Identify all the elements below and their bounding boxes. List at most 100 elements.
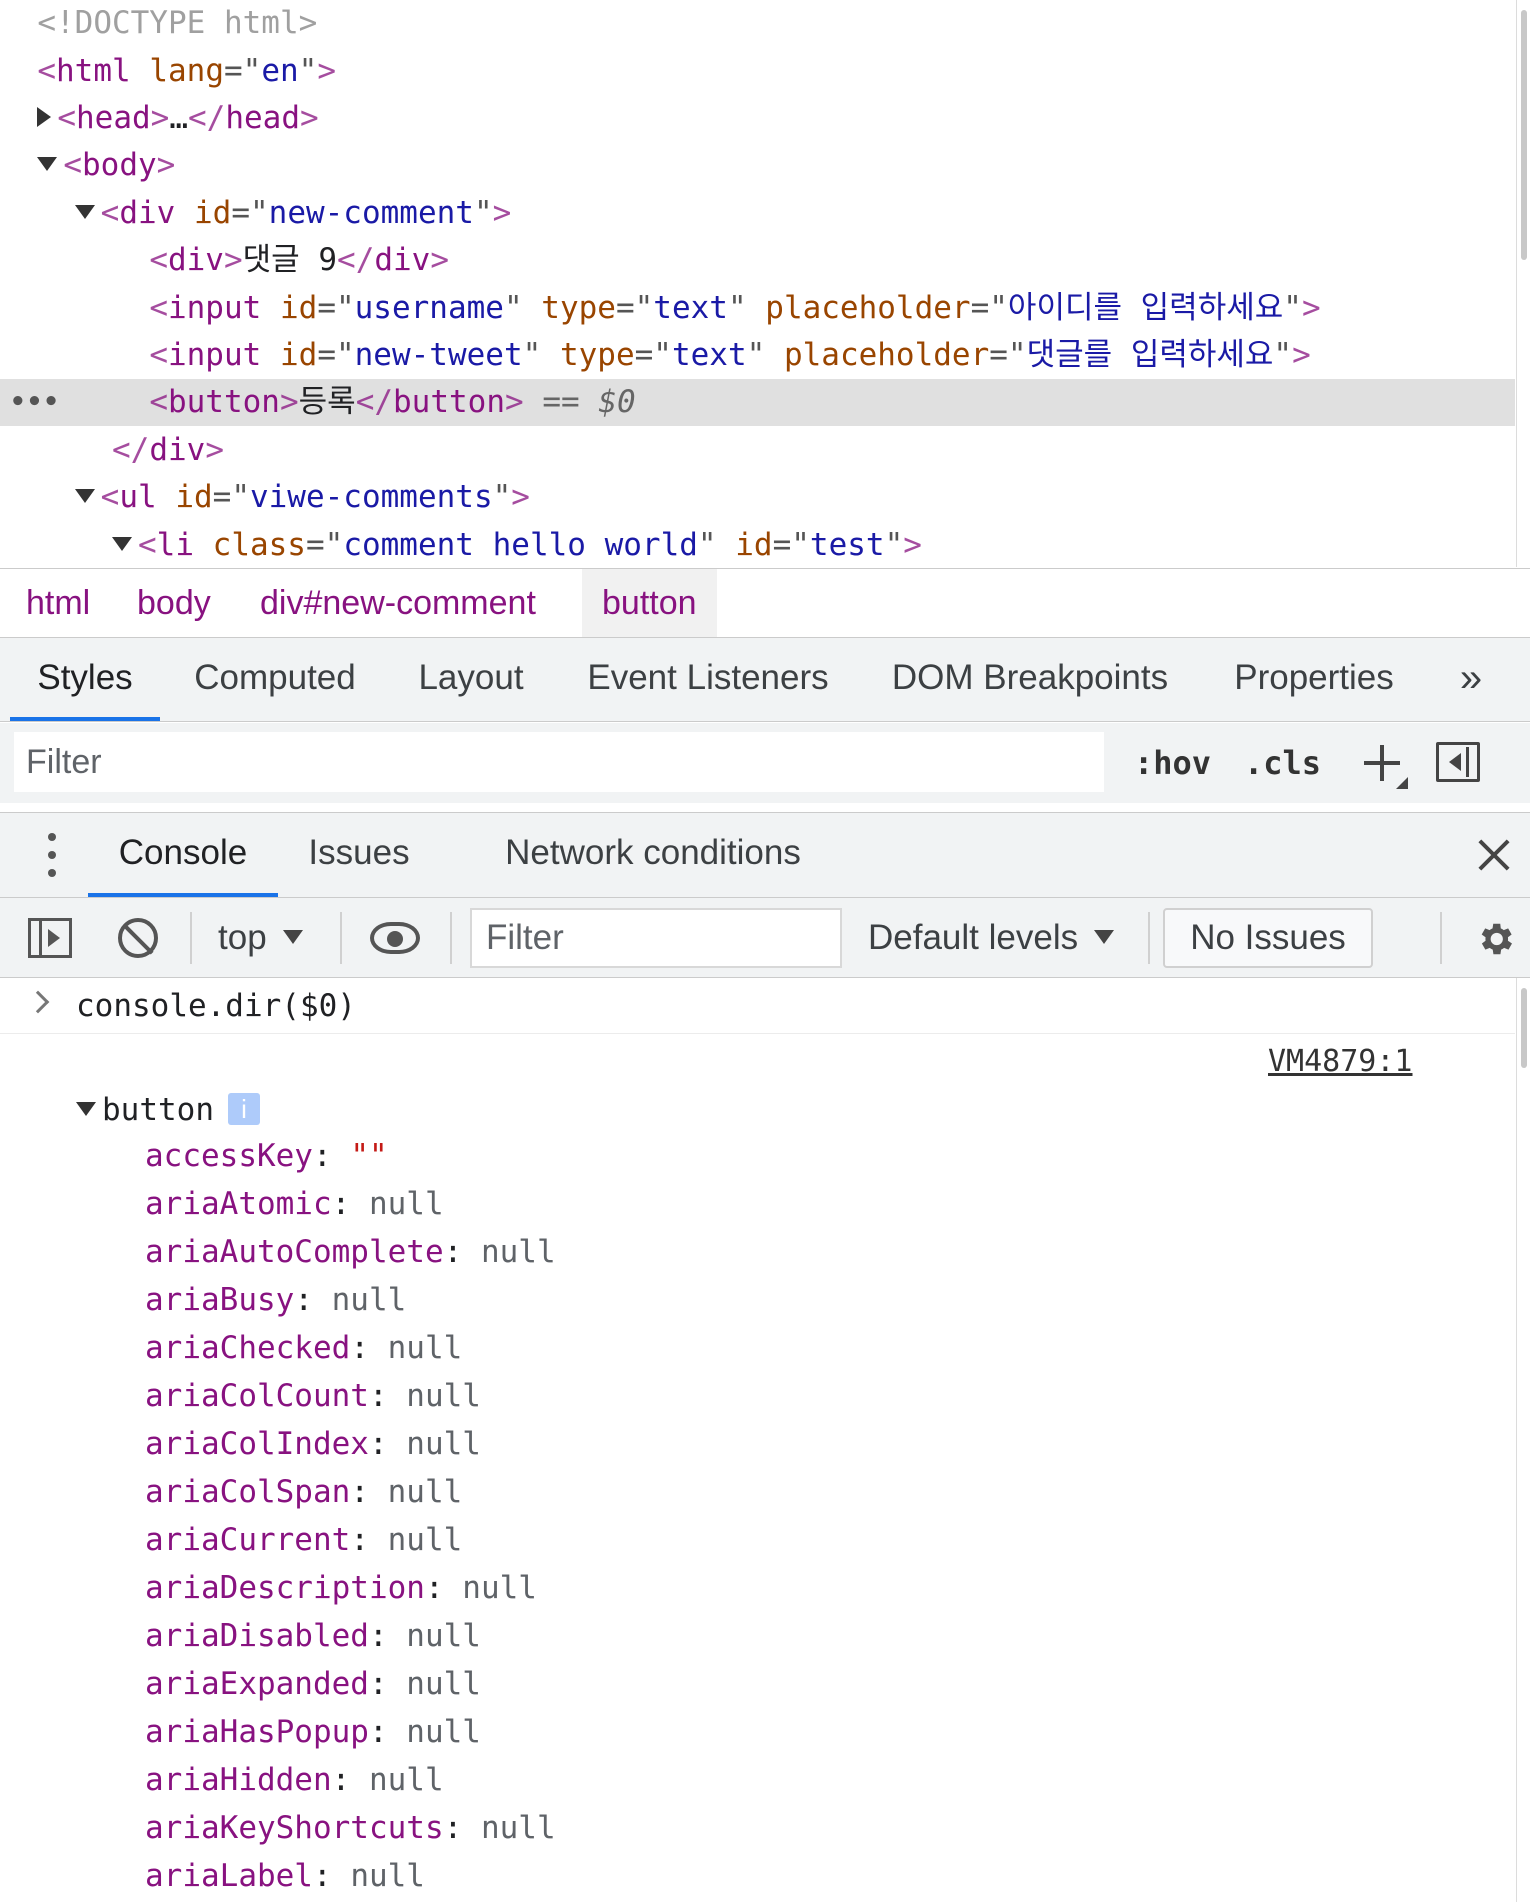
info-icon[interactable]: i	[227, 1092, 260, 1125]
object-header[interactable]: button i	[76, 1086, 260, 1134]
dom-node-li-test[interactable]: <li class="comment hello world" id="test…	[0, 522, 1515, 567]
dom-node-div-count[interactable]: <div>댓글 9</div>	[0, 237, 1515, 284]
property-row[interactable]: ariaDescription: null	[145, 1564, 537, 1612]
console-settings-gear-icon[interactable]	[1474, 918, 1516, 960]
selected-hint: == $0	[542, 384, 636, 420]
property-key: ariaLabel	[145, 1858, 313, 1894]
dom-node-body[interactable]: <body>	[0, 142, 1515, 189]
attr-value: text	[653, 290, 728, 326]
tab-dom-breakpoints[interactable]: DOM Breakpoints	[880, 638, 1180, 721]
context-label: top	[218, 918, 267, 957]
property-row[interactable]: ariaBusy: null	[145, 1276, 406, 1324]
dom-node-input-username[interactable]: <input id="username" type="text" placeho…	[0, 285, 1515, 332]
styles-filter-input[interactable]: Filter	[14, 732, 1104, 792]
crumb-div-new-comment[interactable]: div#new-comment	[240, 569, 556, 637]
property-row[interactable]: ariaHasPopup: null	[145, 1708, 481, 1756]
property-row[interactable]: ariaDisabled: null	[145, 1612, 481, 1660]
crumb-html[interactable]: html	[6, 569, 110, 637]
console-scrollbar[interactable]	[1516, 978, 1530, 1902]
tag-name: ul	[119, 479, 157, 515]
property-row[interactable]: ariaExpanded: null	[145, 1660, 481, 1708]
collapse-triangle-icon[interactable]	[111, 536, 132, 551]
property-row[interactable]: ariaKeyShortcuts: null	[145, 1804, 556, 1852]
property-row[interactable]: ariaColSpan: null	[145, 1468, 462, 1516]
context-selector[interactable]: top	[218, 898, 303, 978]
expand-triangle-icon[interactable]	[37, 106, 52, 127]
property-row[interactable]: accessKey: ""	[145, 1132, 388, 1180]
collapsed-ellipsis[interactable]: …	[169, 100, 188, 136]
chevron-down-icon	[1094, 929, 1115, 944]
log-levels-dropdown[interactable]: Default levels	[868, 898, 1115, 978]
console-filter-input[interactable]: Filter	[470, 908, 842, 968]
dom-node-head[interactable]: <head>…</head>	[0, 95, 1515, 142]
console-sidebar-toggle-icon[interactable]	[28, 918, 72, 958]
tab-layout[interactable]: Layout	[406, 638, 536, 721]
property-key: ariaKeyShortcuts	[145, 1810, 444, 1846]
property-value: null	[406, 1666, 481, 1702]
property-row[interactable]: ariaCurrent: null	[145, 1516, 462, 1564]
property-row[interactable]: ariaChecked: null	[145, 1324, 462, 1372]
property-row[interactable]: ariaColCount: null	[145, 1372, 481, 1420]
dom-node-button-selected[interactable]: ••• <button>등록</button> == $0	[0, 379, 1515, 426]
tab-event-listeners[interactable]: Event Listeners	[578, 638, 838, 721]
more-dots-icon[interactable]: •••	[10, 379, 60, 426]
tab-network-conditions[interactable]: Network conditions	[488, 813, 818, 897]
prompt-chevron-icon	[26, 990, 50, 1014]
hov-toggle-button[interactable]: :hov	[1134, 737, 1211, 789]
dom-node-div-new-comment[interactable]: <div id="new-comment">	[0, 190, 1515, 237]
tag-name: div	[374, 242, 431, 278]
dom-node-input-new-tweet[interactable]: <input id="new-tweet" type="text" placeh…	[0, 332, 1515, 379]
scrollbar-thumb[interactable]	[1521, 10, 1527, 260]
property-row[interactable]: ariaHidden: null	[145, 1756, 444, 1804]
elements-panel: <!DOCTYPE html> <html lang="en"> <head>……	[0, 0, 1530, 567]
dom-node-div-close[interactable]: </div>	[0, 427, 1515, 474]
attr-name: placeholder	[783, 337, 990, 373]
dom-doctype[interactable]: <!DOCTYPE html>	[0, 0, 1515, 47]
property-key: ariaAtomic	[145, 1186, 332, 1222]
tab-properties[interactable]: Properties	[1224, 638, 1404, 721]
property-value: null	[350, 1858, 425, 1894]
drawer-tab-bar: Console Issues Network conditions	[0, 812, 1530, 898]
tab-computed[interactable]: Computed	[180, 638, 370, 721]
property-row[interactable]: ariaLabel: null	[145, 1852, 425, 1900]
property-key: ariaHidden	[145, 1762, 332, 1798]
property-value: null	[480, 1810, 556, 1846]
dom-node-ul-comments[interactable]: <ul id="viwe-comments">	[0, 474, 1515, 521]
issues-counter-button[interactable]: No Issues	[1163, 908, 1373, 968]
property-row[interactable]: ariaAtomic: null	[145, 1180, 444, 1228]
elements-scrollbar[interactable]	[1516, 0, 1530, 567]
scrollbar-thumb[interactable]	[1521, 988, 1527, 1068]
collapse-triangle-icon[interactable]	[74, 488, 95, 503]
collapse-triangle-icon[interactable]	[76, 1101, 96, 1116]
drawer-menu-kebab-icon[interactable]	[44, 833, 60, 877]
attr-name: id	[735, 527, 773, 563]
console-toolbar: top Filter Default levels No Issues	[0, 898, 1530, 978]
tag-name: html	[56, 53, 131, 89]
console-command: console.dir($0)	[76, 988, 356, 1024]
tab-issues[interactable]: Issues	[298, 813, 420, 897]
tab-console[interactable]: Console	[88, 813, 278, 897]
toggle-computed-sidebar-icon[interactable]	[1436, 742, 1480, 782]
property-key: ariaDescription	[145, 1570, 425, 1606]
attr-value: text	[671, 337, 747, 373]
collapse-triangle-icon[interactable]	[37, 156, 58, 171]
property-row[interactable]: ariaAutoComplete: null	[145, 1228, 556, 1276]
tag-name: input	[167, 337, 262, 373]
source-link[interactable]: VM4879:1	[1268, 1044, 1413, 1079]
dom-node-html[interactable]: <html lang="en">	[0, 48, 1515, 95]
property-value: null	[368, 1762, 444, 1798]
toolbar-divider	[1440, 912, 1442, 964]
property-row[interactable]: ariaColIndex: null	[145, 1420, 481, 1468]
property-value: null	[480, 1234, 556, 1270]
tab-styles[interactable]: Styles	[10, 638, 160, 721]
cls-toggle-button[interactable]: .cls	[1244, 737, 1321, 789]
breadcrumb: html body div#new-comment button	[0, 568, 1530, 638]
live-expression-eye-icon[interactable]	[370, 922, 420, 954]
collapse-triangle-icon[interactable]	[74, 204, 95, 219]
more-tabs-chevron-icon[interactable]: »	[1446, 638, 1496, 721]
clear-console-icon[interactable]	[118, 918, 158, 958]
crumb-button[interactable]: button	[582, 569, 717, 637]
property-key: ariaCurrent	[145, 1522, 351, 1558]
crumb-body[interactable]: body	[117, 569, 231, 637]
close-drawer-icon[interactable]	[1474, 835, 1514, 875]
